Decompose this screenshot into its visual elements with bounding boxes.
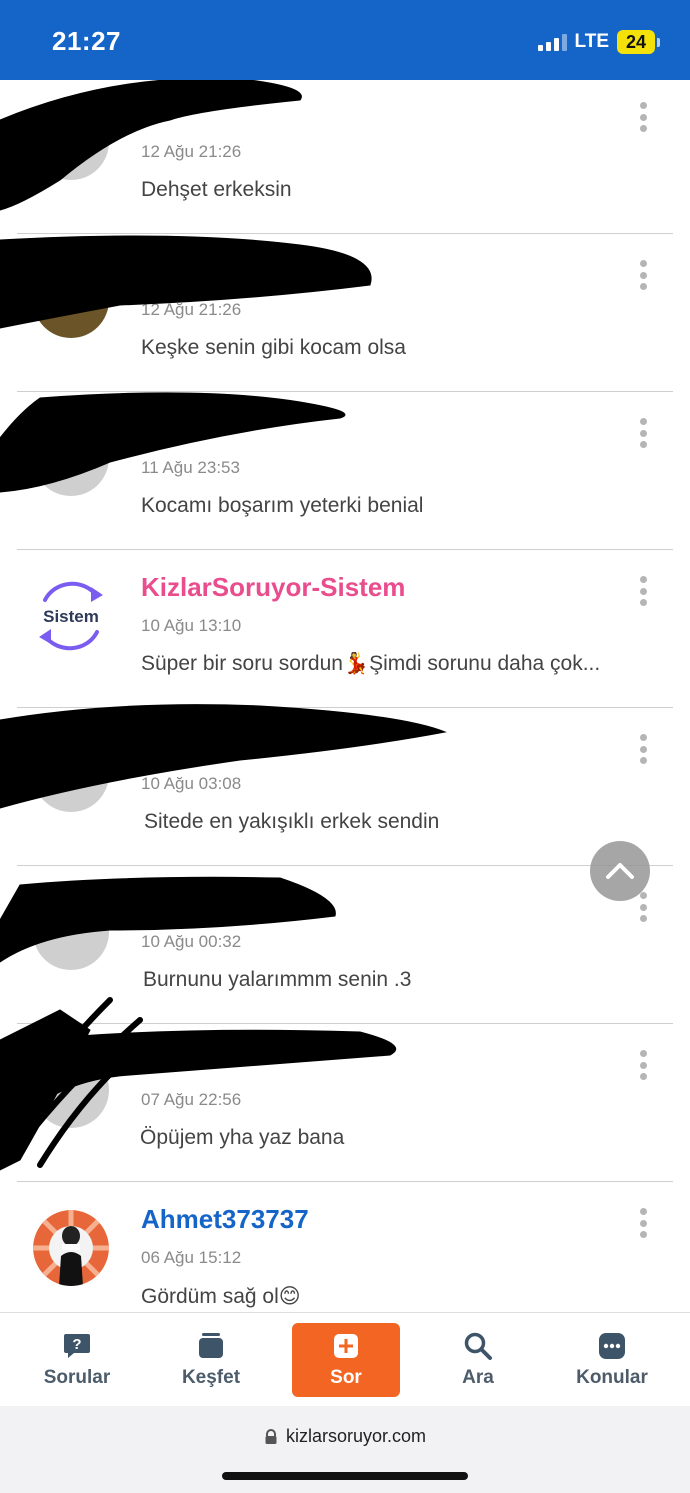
avatar[interactable] <box>33 1210 109 1286</box>
url-text[interactable]: kizlarsoruyor.com <box>286 1426 426 1447</box>
comment-text: Dehşet erkeksin <box>141 178 292 201</box>
scroll-to-top-button[interactable] <box>590 841 650 901</box>
comment-text: Süper bir soru sordun💃Şimdi sorunu daha … <box>141 652 601 675</box>
more-options-icon[interactable] <box>637 102 649 132</box>
comment-text: Sitede en yakışıklı erkek sendin <box>144 810 440 833</box>
comment-item: Ahmet373737 06 Ağu 15:12 Gördüm sağ ol😊 <box>0 1186 690 1312</box>
more-options-icon[interactable] <box>637 734 649 764</box>
more-options-icon[interactable] <box>637 576 649 606</box>
comment-timestamp: 11 Ağu 23:53 <box>141 458 240 477</box>
nav-label: Sorular <box>43 1367 111 1388</box>
comment-text: Keşke senin gibi kocam olsa <box>141 336 406 359</box>
divider <box>17 1023 673 1024</box>
comment-item: 10 Ağu 00:32 Burnunu yalarımmm senin .3 <box>0 870 690 1028</box>
question-bubble-icon: ? <box>62 1331 92 1361</box>
comment-item: Sistem KizlarSoruyor-Sistem 10 Ağu 13:10… <box>0 554 690 712</box>
sistem-logo-icon: Sistem <box>39 581 103 651</box>
cards-icon <box>196 1331 226 1361</box>
divider <box>17 549 673 550</box>
more-options-icon[interactable] <box>637 418 649 448</box>
comment-item: 12 Ağu 21:26 Keşke senin gibi kocam olsa <box>0 238 690 396</box>
nav-item-sor[interactable]: Sor <box>292 1323 400 1397</box>
avatar[interactable] <box>33 1052 109 1128</box>
avatar[interactable]: Sistem <box>33 578 109 654</box>
divider <box>17 707 673 708</box>
avatar[interactable] <box>33 736 109 812</box>
bottom-navigation: ? Sorular Keşfet Sor Ara Konular <box>0 1312 690 1406</box>
avatar[interactable] <box>33 262 109 338</box>
divider <box>17 865 673 866</box>
plus-icon <box>331 1331 361 1361</box>
nav-item-ara[interactable]: Ara <box>424 1323 532 1397</box>
nav-label: Keşfet <box>181 1367 241 1388</box>
more-options-icon[interactable] <box>637 1050 649 1080</box>
lock-icon <box>265 1428 277 1444</box>
comment-username[interactable]: KizlarSoruyor-Sistem <box>141 572 405 603</box>
more-options-icon[interactable] <box>637 260 649 290</box>
comment-timestamp: 07 Ağu 22:56 <box>141 1090 242 1109</box>
comment-item: 07 Ağu 22:56 Öpüjem yha yaz bana <box>0 1028 690 1186</box>
divider <box>17 391 673 392</box>
avatar[interactable] <box>33 104 109 180</box>
nav-item-sorular[interactable]: ? Sorular <box>23 1323 131 1397</box>
nav-label: Konular <box>576 1367 648 1388</box>
battery-level: 24 <box>617 30 655 54</box>
network-label: LTE <box>574 31 609 52</box>
comment-timestamp: 10 Ağu 13:10 <box>141 616 242 635</box>
comment-feed[interactable]: 12 Ağu 21:26 Dehşet erkeksin 12 Ağu 21:2… <box>0 80 690 1312</box>
avatar[interactable] <box>33 420 109 496</box>
comment-text: Öpüjem yha yaz bana <box>140 1126 345 1149</box>
divider <box>17 1181 673 1182</box>
comment-username[interactable]: Ahmet373737 <box>141 1204 309 1235</box>
browser-url-bar[interactable]: kizlarsoruyor.com <box>0 1406 690 1493</box>
more-options-icon[interactable] <box>637 892 649 922</box>
chevron-up-icon <box>606 863 634 879</box>
comment-text: Burnunu yalarımmm senin .3 <box>143 968 412 991</box>
status-bar: 21:27 LTE 24 <box>0 0 690 80</box>
comment-item: 11 Ağu 23:53 Kocamı boşarım yeterki beni… <box>0 396 690 554</box>
comment-timestamp: 10 Ağu 03:08 <box>141 774 242 793</box>
comment-item: 12 Ağu 21:26 Dehşet erkeksin <box>0 80 690 238</box>
nav-item-konular[interactable]: Konular <box>558 1323 666 1397</box>
search-icon <box>463 1331 493 1361</box>
divider <box>17 233 673 234</box>
comment-timestamp: 06 Ağu 15:12 <box>141 1248 242 1267</box>
svg-text:Sistem: Sistem <box>43 607 99 626</box>
comment-text: Gördüm sağ ol😊 <box>141 1285 301 1308</box>
avatar[interactable] <box>33 894 109 970</box>
svg-text:?: ? <box>72 1336 81 1353</box>
chat-dots-icon <box>597 1331 627 1361</box>
status-time: 21:27 <box>52 26 121 56</box>
comment-timestamp: 10 Ağu 00:32 <box>141 932 242 951</box>
nav-item-kesfet[interactable]: Keşfet <box>157 1323 265 1397</box>
battery-icon: 24 <box>617 30 660 54</box>
comment-item: 10 Ağu 03:08 Sitede en yakışıklı erkek s… <box>0 712 690 870</box>
home-indicator[interactable] <box>222 1472 468 1480</box>
more-options-icon[interactable] <box>637 1208 649 1238</box>
comment-timestamp: 12 Ağu 21:26 <box>141 142 242 161</box>
user-avatar-image <box>33 1210 109 1286</box>
status-indicators: LTE 24 <box>537 30 660 54</box>
nav-label: Sor <box>330 1367 362 1388</box>
comment-timestamp: 12 Ağu 21:26 <box>141 300 242 319</box>
comment-text: Kocamı boşarım yeterki benial <box>141 494 424 517</box>
nav-label: Ara <box>462 1367 494 1388</box>
signal-icon <box>537 33 567 51</box>
